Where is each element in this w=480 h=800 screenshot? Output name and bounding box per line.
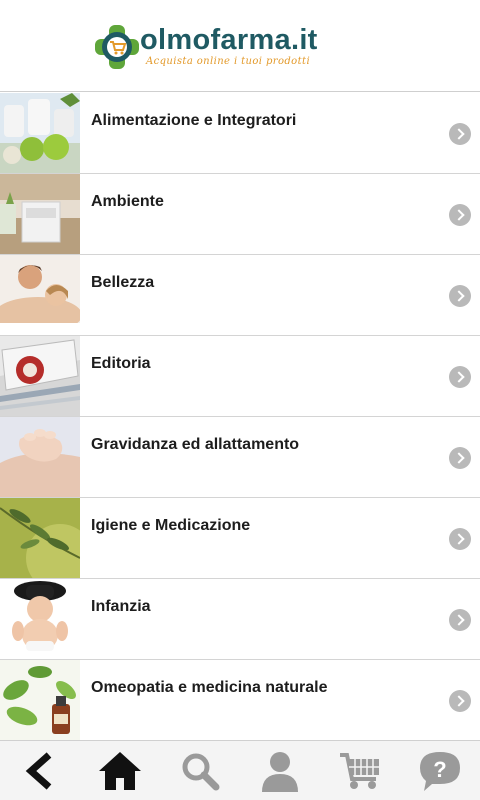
category-label: Omeopatia e medicina naturale xyxy=(91,679,328,696)
chevron-right-icon xyxy=(449,609,471,631)
kitchen-appliance-photo xyxy=(0,174,80,254)
category-row-gravidanza[interactable]: Gravidanza ed allattamento xyxy=(0,417,480,498)
category-row-bellezza[interactable]: Bellezza xyxy=(0,255,480,336)
baby-with-hat-photo xyxy=(0,579,80,659)
help-button[interactable]: ? xyxy=(400,741,480,800)
chevron-right-icon xyxy=(449,366,471,388)
category-row-infanzia[interactable]: Infanzia xyxy=(0,579,480,660)
category-label: Igiene e Medicazione xyxy=(91,517,251,534)
category-row-ambiente[interactable]: Ambiente xyxy=(0,174,480,255)
chevron-right-icon xyxy=(449,690,471,712)
category-label: Alimentazione e Integratori xyxy=(91,112,297,129)
account-icon xyxy=(262,752,298,792)
magazines-photo xyxy=(0,336,80,416)
category-label: Gravidanza ed allattamento xyxy=(91,436,300,453)
category-label: Editoria xyxy=(91,355,151,372)
category-row-igiene[interactable]: Igiene e Medicazione xyxy=(0,498,480,579)
chevron-right-icon xyxy=(449,528,471,550)
category-row-editoria[interactable]: Editoria xyxy=(0,336,480,417)
category-label: Bellezza xyxy=(91,274,155,291)
baby-hand-photo xyxy=(0,417,80,497)
search-button[interactable] xyxy=(160,741,240,800)
home-button[interactable] xyxy=(80,741,160,800)
chevron-right-icon xyxy=(449,123,471,145)
chevron-right-icon xyxy=(449,447,471,469)
logo-name: olmofarma.it xyxy=(140,24,318,56)
back-icon xyxy=(25,752,52,790)
category-list: Alimentazione e Integratori Ambiente Bel… xyxy=(0,93,480,741)
cart-button[interactable] xyxy=(320,741,400,800)
category-label: Infanzia xyxy=(91,598,151,615)
category-row-alimentazione[interactable]: Alimentazione e Integratori xyxy=(0,93,480,174)
app-header: olmofarma.it Acquista online i tuoi prod… xyxy=(0,0,480,92)
search-icon xyxy=(182,753,220,791)
bottom-tab-bar: ? xyxy=(0,740,480,800)
supplements-apples-photo xyxy=(0,93,80,173)
cart-icon xyxy=(340,753,379,789)
svg-text:?: ? xyxy=(433,757,446,782)
category-label: Ambiente xyxy=(91,193,164,210)
help-icon: ? xyxy=(420,752,460,791)
pharmacy-cross-cart-logo-icon xyxy=(95,25,139,69)
couple-skin-care-photo xyxy=(0,255,80,335)
herbs-bottle-photo xyxy=(0,660,80,740)
account-button[interactable] xyxy=(240,741,320,800)
logo-tagline: Acquista online i tuoi prodotti xyxy=(146,56,311,67)
chevron-right-icon xyxy=(449,285,471,307)
home-icon xyxy=(99,752,141,790)
category-row-omeopatia[interactable]: Omeopatia e medicina naturale xyxy=(0,660,480,741)
back-button[interactable] xyxy=(0,741,80,800)
chevron-right-icon xyxy=(449,204,471,226)
olive-branch-photo xyxy=(0,498,80,578)
olmofarma-logo[interactable]: olmofarma.it Acquista online i tuoi prod… xyxy=(92,22,362,76)
